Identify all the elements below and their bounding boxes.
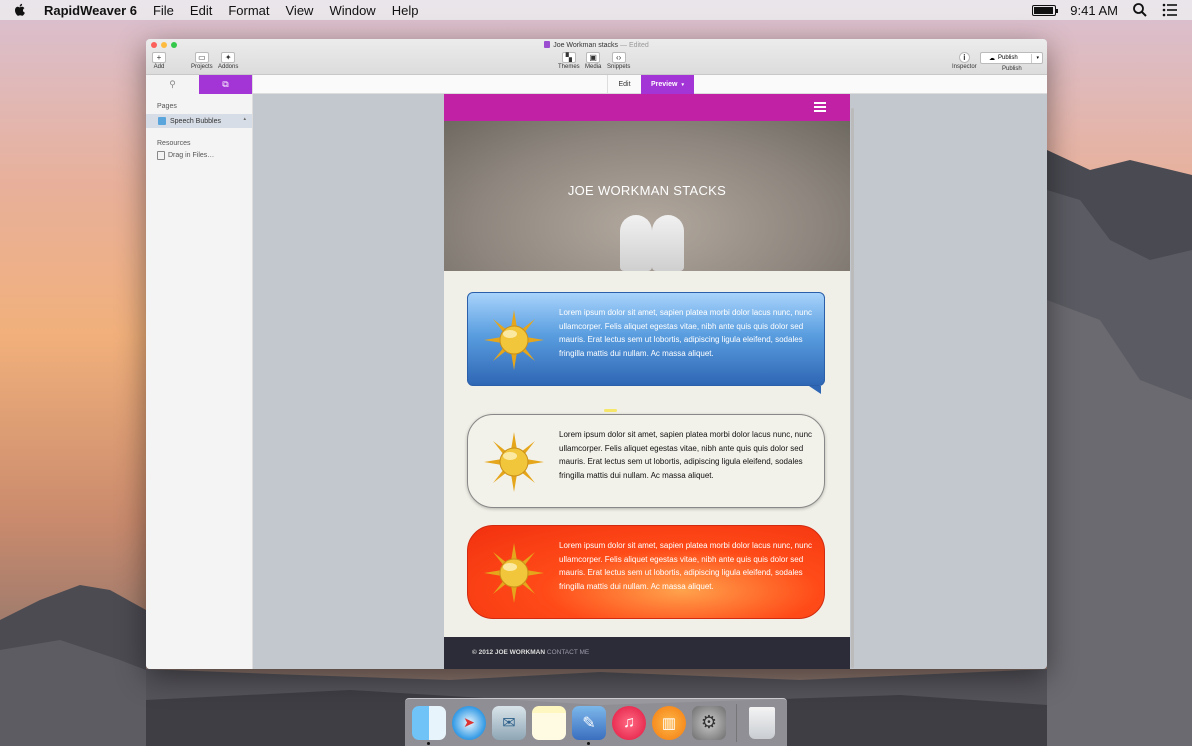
file-drop-icon: [157, 151, 165, 160]
speech-bubble-red: Lorem ipsum dolor sit amet, sapien plate…: [467, 525, 825, 619]
snippets-label: Snippets: [607, 64, 631, 70]
upload-cloud-icon: ☁: [989, 55, 995, 62]
dock: ➤ ✉ ✎ ♫ ▥ ⚙: [405, 698, 787, 746]
drag-in-files[interactable]: Drag in Files…: [146, 147, 252, 160]
spotlight-search-icon[interactable]: [1132, 2, 1148, 18]
bubble-text: Lorem ipsum dolor sit amet, sapien plate…: [559, 430, 813, 480]
battery-icon[interactable]: [1032, 4, 1059, 16]
menu-bar: RapidWeaver 6 File Edit Format View Wind…: [0, 0, 1192, 20]
sidebar-item-speech-bubbles[interactable]: Speech Bubbles ▴: [146, 114, 252, 128]
window-title-status: — Edited: [620, 42, 649, 49]
notification-center-icon[interactable]: [1162, 2, 1178, 18]
publish-dropdown-icon[interactable]: ▾: [1036, 55, 1039, 61]
system-preferences-icon[interactable]: ⚙: [692, 705, 726, 740]
site-footer: © 2012 JOE WORKMAN CONTACT ME: [444, 637, 850, 669]
snippets-button[interactable]: ‹› Snippets: [607, 52, 630, 70]
window-toolbar: Joe Workman stacks — Edited + Add ▭ Proj…: [146, 39, 1047, 75]
drag-in-files-label: Drag in Files…: [168, 152, 215, 159]
safari-icon[interactable]: ➤: [452, 705, 486, 740]
menu-format[interactable]: Format: [228, 3, 269, 18]
hero-banner: JOE WORKMAN STACKS: [444, 121, 850, 271]
addons-label: Addons: [218, 64, 239, 70]
tab-preview[interactable]: Preview ▾: [641, 75, 694, 94]
sidebar: ⚲ ⧉ Pages Speech Bubbles ▴ Resources Dra…: [146, 75, 253, 669]
resources-heading: Resources: [157, 140, 191, 147]
addons-button[interactable]: ✦ Addons: [218, 52, 238, 70]
hero-title: JOE WORKMAN STACKS: [567, 183, 727, 198]
bubble-text: Lorem ipsum dolor sit amet, sapien plate…: [559, 308, 813, 358]
media-label: Media: [585, 64, 602, 70]
web-preview: JOE WORKMAN STACKS Lorem ipsum dolor sit…: [444, 94, 850, 669]
rapidweaver-icon[interactable]: ✎: [572, 705, 606, 745]
sidebar-tab-tools[interactable]: ⚲: [146, 75, 199, 94]
publish-button-label: Publish: [998, 55, 1018, 61]
rapidweaver-window: Joe Workman stacks — Edited + Add ▭ Proj…: [146, 39, 1047, 669]
dock-separator: [736, 703, 737, 742]
publish-label: Publish: [1002, 66, 1022, 72]
apple-menu-icon[interactable]: [12, 2, 28, 18]
add-label: Add: [153, 64, 165, 70]
ibooks-icon[interactable]: ▥: [652, 705, 686, 740]
menubar-clock[interactable]: 9:41 AM: [1070, 3, 1118, 18]
projects-icon: ▭: [194, 52, 209, 63]
sun-icon: [484, 432, 544, 492]
speech-bubble-blue: Lorem ipsum dolor sit amet, sapien plate…: [467, 292, 825, 386]
sidebar-tabs: ⚲ ⧉: [146, 75, 252, 94]
menu-help[interactable]: Help: [392, 3, 419, 18]
menu-app-name[interactable]: RapidWeaver 6: [44, 3, 137, 18]
info-icon: i: [958, 52, 970, 63]
wrench-icon: ⚲: [169, 79, 176, 89]
inspector-button[interactable]: i Inspector: [952, 52, 977, 70]
bubble-text: Lorem ipsum dolor sit amet, sapien plate…: [559, 541, 813, 591]
menu-edit[interactable]: Edit: [190, 3, 212, 18]
projects-label: Projects: [191, 64, 213, 70]
window-title-text: Joe Workman stacks: [553, 42, 619, 49]
mail-icon[interactable]: ✉: [492, 705, 526, 740]
plus-icon: +: [152, 52, 166, 63]
document-icon: [544, 41, 551, 48]
pages-heading: Pages: [157, 103, 177, 110]
menu-window[interactable]: Window: [329, 3, 375, 18]
code-icon: ‹›: [611, 52, 626, 63]
menu-file[interactable]: File: [153, 3, 174, 18]
tab-edit[interactable]: Edit: [607, 75, 641, 94]
pages-icon: ⧉: [222, 79, 229, 89]
footer-copyright: © 2012 JOE WORKMAN: [472, 649, 546, 656]
bubble-tail: [809, 386, 821, 394]
sun-icon: [484, 310, 544, 370]
shoe-left-image: [620, 215, 652, 271]
add-button[interactable]: + Add: [152, 52, 166, 70]
publish-button[interactable]: ☁ Publish ▾: [980, 52, 1043, 64]
window-title: Joe Workman stacks — Edited: [146, 41, 1047, 49]
menu-view[interactable]: View: [286, 3, 314, 18]
speech-bubble-white: Lorem ipsum dolor sit amet, sapien plate…: [467, 414, 825, 508]
edit-preview-tabs: Edit Preview ▾: [253, 75, 1047, 94]
site-navbar: [444, 94, 850, 121]
chevron-down-icon: ▾: [681, 81, 684, 88]
finder-icon[interactable]: [412, 705, 446, 745]
media-button[interactable]: ▣ Media: [585, 52, 601, 70]
puzzle-icon: ✦: [221, 52, 236, 63]
itunes-icon[interactable]: ♫: [612, 705, 646, 740]
sidebar-tab-pages[interactable]: ⧉: [199, 75, 252, 94]
themes-label: Themes: [558, 64, 580, 70]
highlight-marker: [604, 409, 617, 412]
sun-icon: [484, 543, 544, 603]
brush-icon: ▚: [561, 52, 576, 63]
page-icon: [158, 117, 166, 125]
trash-icon[interactable]: [749, 706, 775, 739]
tab-preview-label: Preview: [651, 81, 678, 88]
inspector-label: Inspector: [952, 64, 977, 70]
projects-button[interactable]: ▭ Projects: [191, 52, 213, 70]
preview-scrollbar[interactable]: [851, 108, 854, 668]
footer-contact-link[interactable]: CONTACT ME: [547, 649, 589, 656]
image-icon: ▣: [586, 52, 601, 63]
notes-icon[interactable]: [532, 705, 566, 740]
themes-button[interactable]: ▚ Themes: [558, 52, 580, 70]
hamburger-menu-icon[interactable]: [814, 102, 826, 112]
shoe-right-image: [652, 215, 684, 271]
sidebar-item-label: Speech Bubbles: [170, 117, 221, 125]
disclosure-icon[interactable]: ▴: [243, 116, 246, 122]
